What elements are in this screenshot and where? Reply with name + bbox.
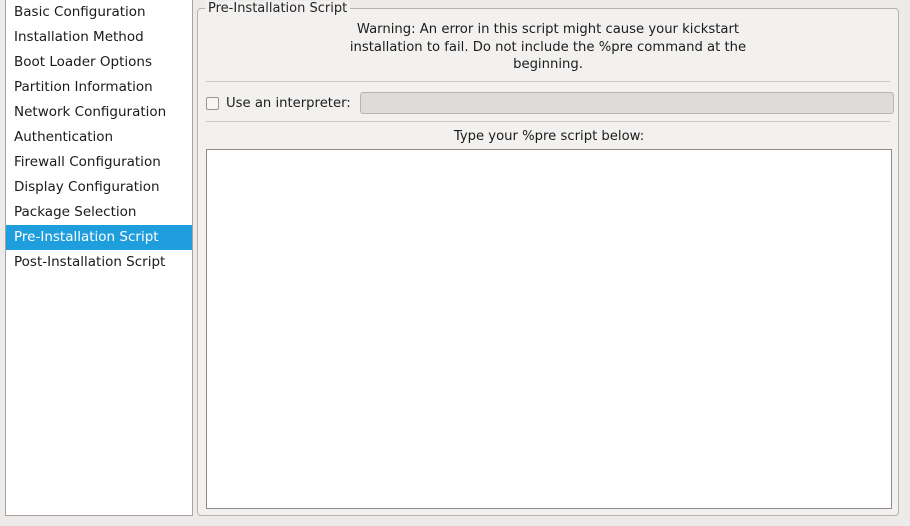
kickstart-configurator-window: Basic Configuration Installation Method … [0,0,910,526]
use-interpreter-label: Use an interpreter: [226,95,351,111]
sidebar-item-network-configuration[interactable]: Network Configuration [6,100,192,125]
sidebar-item-authentication[interactable]: Authentication [6,125,192,150]
sidebar-item-package-selection[interactable]: Package Selection [6,200,192,225]
sidebar-item-basic-configuration[interactable]: Basic Configuration [6,0,192,25]
script-area-label: Type your %pre script below: [453,129,645,144]
sidebar-item-partition-information[interactable]: Partition Information [6,75,192,100]
sidebar-items-container: Basic Configuration Installation Method … [6,0,192,275]
sidebar-item-boot-loader-options[interactable]: Boot Loader Options [6,50,192,75]
sidebar-item-pre-installation-script[interactable]: Pre-Installation Script [6,225,192,250]
interpreter-input[interactable] [359,92,894,114]
sidebar-item-firewall-configuration[interactable]: Firewall Configuration [6,150,192,175]
use-interpreter-checkbox[interactable] [206,96,219,110]
groupbox-content: Warning: An error in this script might c… [198,9,898,515]
pre-installation-script-groupbox: Pre-Installation Script Warning: An erro… [197,1,899,516]
sidebar-navigation-list[interactable]: Basic Configuration Installation Method … [5,0,193,516]
warning-line-2: installation to fail. Do not include the… [349,39,747,55]
interpreter-row: Use an interpreter: [206,91,894,115]
warning-text: Warning: An error in this script might c… [204,21,892,74]
pre-script-textarea[interactable] [206,149,892,509]
separator-below-interpreter [206,121,890,122]
sidebar-item-display-configuration[interactable]: Display Configuration [6,175,192,200]
sidebar-item-post-installation-script[interactable]: Post-Installation Script [6,250,192,275]
separator-above-interpreter [206,81,890,82]
warning-line-3: beginning. [513,57,583,72]
sidebar-item-installation-method[interactable]: Installation Method [6,25,192,50]
warning-line-1: Warning: An error in this script might c… [356,22,740,37]
